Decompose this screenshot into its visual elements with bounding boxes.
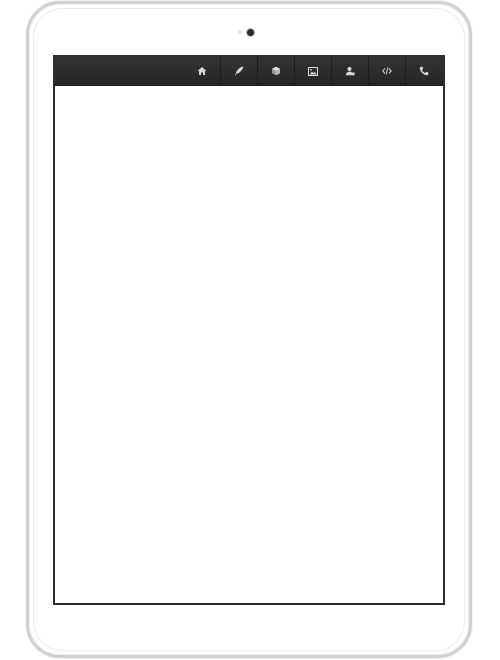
code-icon bbox=[382, 67, 392, 75]
quill-icon bbox=[235, 66, 244, 76]
nav-code[interactable] bbox=[368, 57, 405, 85]
nav-home[interactable] bbox=[183, 57, 220, 85]
main-content-area bbox=[55, 86, 443, 603]
front-camera bbox=[247, 29, 254, 36]
nav-gallery[interactable] bbox=[294, 57, 331, 85]
top-navigation-bar bbox=[55, 57, 443, 86]
nav-about[interactable] bbox=[331, 57, 368, 85]
nav-products[interactable] bbox=[257, 57, 294, 85]
image-icon bbox=[308, 66, 318, 76]
user-icon bbox=[345, 67, 355, 76]
nav-contact[interactable] bbox=[405, 57, 442, 85]
light-sensor bbox=[238, 30, 242, 34]
cube-icon bbox=[272, 66, 280, 76]
tablet-screen bbox=[53, 55, 445, 605]
home-icon bbox=[197, 67, 206, 75]
phone-icon bbox=[419, 66, 429, 76]
nav-blog[interactable] bbox=[220, 57, 257, 85]
